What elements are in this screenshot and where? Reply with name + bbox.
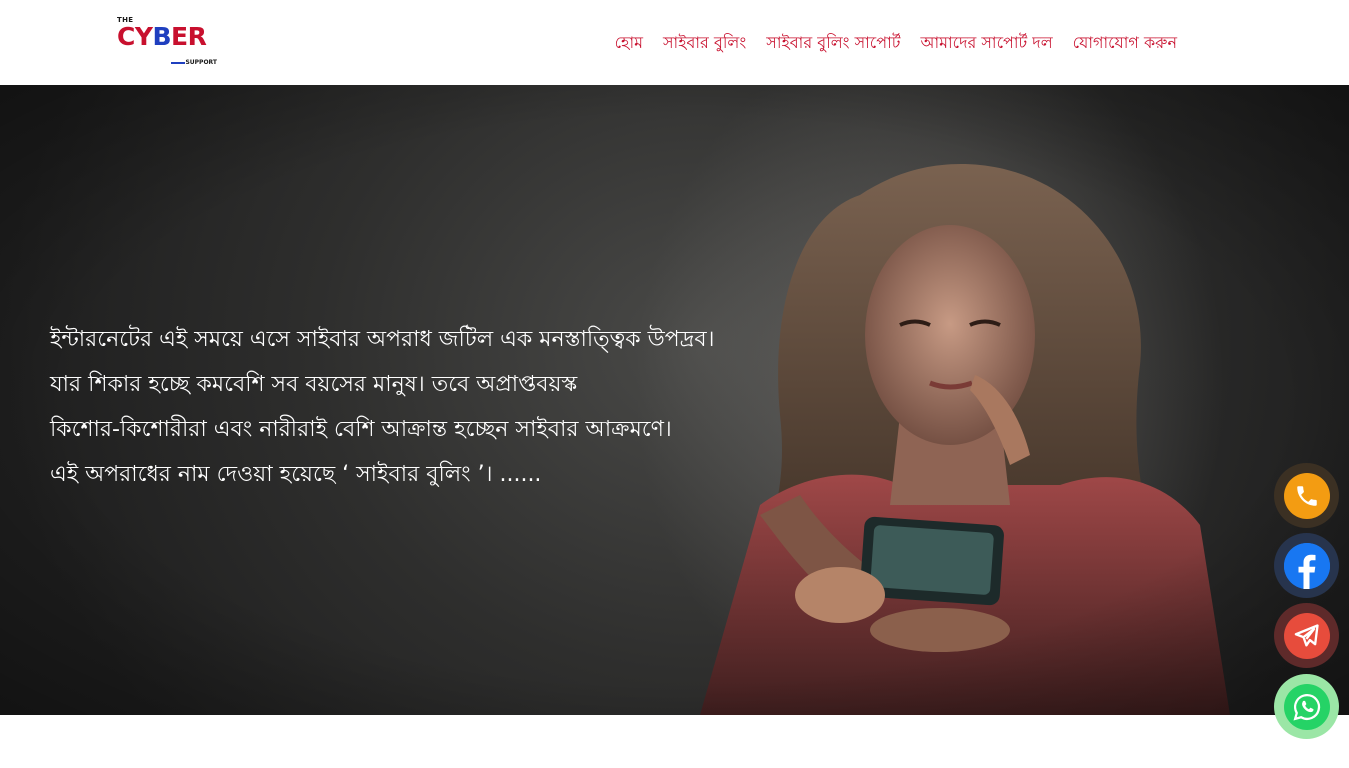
hero-paragraph: ইন্টারনেটের এই সময়ে এসে সাইবার অপরাধ জট… [50, 317, 750, 497]
phone-button[interactable] [1274, 463, 1339, 528]
main-nav: হোম সাইবার বুলিং সাইবার বুলিং সাপোর্ট আম… [615, 30, 1177, 57]
facebook-button-inner [1283, 542, 1330, 589]
telegram-icon [1294, 623, 1319, 646]
nav-item-cyber-bullying[interactable]: সাইবার বুলিং [663, 30, 746, 57]
nav-item-home[interactable]: হোম [615, 30, 643, 57]
phone-icon [1296, 485, 1317, 506]
hero-line: কিশোর-কিশোরীরা এবং নারীরাই বেশি আক্রান্ত… [50, 417, 672, 442]
hero-banner: ইন্টারনেটের এই সময়ে এসে সাইবার অপরাধ জট… [0, 85, 1349, 715]
telegram-button-inner [1283, 612, 1330, 659]
whatsapp-button[interactable] [1274, 674, 1339, 739]
hero-line: যার শিকার হচ্ছে কমবেশি সব বয়সের মানুষ। … [50, 372, 578, 397]
logo-cy: CY [117, 22, 153, 51]
phone-button-inner [1283, 472, 1330, 519]
logo-b: B [152, 22, 172, 51]
hero-line: ইন্টারনেটের এই সময়ে এসে সাইবার অপরাধ জট… [50, 327, 715, 352]
logo-er: ER [171, 22, 207, 51]
site-header: THE CYBER SUPPORT হোম সাইবার বুলিং সাইবা… [0, 0, 1349, 85]
nav-item-support-team[interactable]: আমাদের সাপোর্ট দল [920, 30, 1052, 57]
hero-line: এই অপরাধের নাম দেওয়া হয়েছে ‘ সাইবার বু… [50, 462, 542, 487]
facebook-button[interactable] [1274, 533, 1339, 598]
logo-underline [171, 62, 185, 64]
whatsapp-button-inner [1283, 683, 1330, 730]
facebook-icon [1283, 542, 1330, 589]
nav-item-cyber-bullying-support[interactable]: সাইবার বুলিং সাপোর্ট [766, 30, 900, 57]
telegram-button[interactable] [1274, 603, 1339, 668]
logo-support-text: SUPPORT [185, 59, 217, 66]
logo-wordmark: CYBER [117, 22, 207, 51]
site-logo[interactable]: THE CYBER SUPPORT [117, 16, 219, 68]
nav-item-contact[interactable]: যোগাযোগ করুন [1073, 30, 1177, 57]
whatsapp-icon [1293, 693, 1320, 720]
